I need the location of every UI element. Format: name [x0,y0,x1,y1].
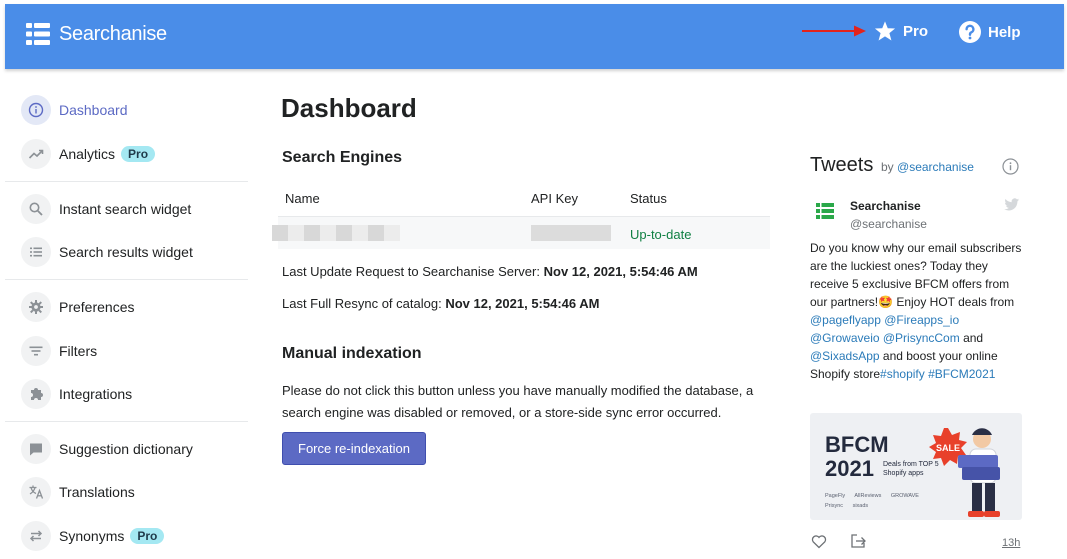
translate-icon [21,477,51,507]
sidebar-item-label: Translations [59,484,135,500]
tweet-mention-link[interactable]: @SixadsApp [810,349,880,363]
trend-icon [21,139,51,169]
help-icon [959,21,981,43]
manual-indexation-heading: Manual indexation [282,345,422,362]
tweet-author-name[interactable]: Searchanise [850,199,921,213]
puzzle-icon [21,379,51,409]
sidebar-item-label: Synonyms [59,528,125,544]
partner-logos: PageFly AllReviews GROWAVE Prisync sixad… [825,491,945,511]
column-header-name: Name [285,191,320,206]
column-header-status: Status [630,191,667,206]
column-header-api-key: API Key [531,191,578,206]
tweet-timestamp[interactable]: 13h [1002,537,1020,549]
filter-icon [21,336,51,366]
last-update-value: Nov 12, 2021, 5:54:46 AM [543,264,698,279]
tweets-handle-link[interactable]: @searchanise [897,160,974,174]
help-label: Help [988,23,1021,41]
help-link[interactable]: Help [958,20,1021,44]
last-resync-label: Last Full Resync of catalog: [282,296,442,311]
status-value: Up-to-date [630,227,692,242]
sidebar-item-integrations[interactable]: Integrations [21,379,132,409]
pro-badge: Pro [130,528,165,544]
tweet-hashtag-links[interactable]: #shopify #BFCM2021 [880,367,995,381]
search-engines-heading: Search Engines [282,149,403,166]
sidebar-item-search-results-widget[interactable]: Search results widget [21,237,193,267]
partner-logo: PageFly [825,493,846,499]
manual-indexation-description: Please do not click this button unless y… [282,383,754,420]
sidebar-item-synonyms[interactable]: Synonyms Pro [21,521,165,551]
search-icon [21,194,51,224]
person-illustration [958,428,1000,517]
divider [5,421,248,422]
share-icon[interactable] [850,533,867,549]
partner-logo: AllReviews [854,493,882,499]
star-icon [874,21,896,41]
list-icon [21,237,51,267]
twitter-bird-icon[interactable] [1004,198,1020,212]
sidebar-item-label: Filters [59,343,98,359]
bfcm-title-line: 2021 [825,456,874,481]
red-arrow-annotation [802,25,866,37]
searchanise-avatar-icon[interactable] [814,200,836,222]
sidebar-item-label: Preferences [59,299,135,315]
force-reindexation-button[interactable]: Force re-indexation [282,432,426,465]
bfcm-title: BFCM 2021 [825,433,889,481]
brand-name: Searchanise [59,22,167,45]
sidebar-item-label: Search results widget [59,244,193,260]
tweet-text-part: and [959,331,984,345]
page-title: Dashboard [281,93,417,123]
partner-logo: Prisync [825,503,844,509]
info-icon[interactable] [1002,158,1019,175]
sidebar-item-instant-search-widget[interactable]: Instant search widget [21,194,191,224]
partner-logo: sixads [852,503,869,509]
redacted-engine-name [272,225,400,241]
info-icon [21,95,51,125]
swap-icon [21,521,51,551]
sidebar-item-label: Analytics [59,146,116,162]
tweet-image[interactable]: BFCM 2021 Deals from TOP 5 Shopify apps … [810,413,1022,520]
tweets-by: by @searchanise [881,160,974,174]
tweet-mention-links[interactable]: @pageflyapp @Fireapps_io @Growaveio @Pri… [810,313,960,345]
sidebar-item-analytics[interactable]: Analytics Pro [21,139,156,169]
tweet-text-part: Enjoy HOT deals from [893,295,1015,309]
tweets-by-label: by [881,160,894,174]
partner-logo: GROWAVE [890,493,919,499]
divider [5,279,248,280]
sidebar-item-dashboard[interactable]: Dashboard [21,95,128,125]
pro-badge: Pro [121,146,156,162]
sidebar-item-preferences[interactable]: Preferences [21,292,134,322]
pro-label: Pro [903,22,929,40]
last-update-info: Last Update Request to Searchanise Serve… [282,264,698,279]
searchanise-logo-icon [26,23,50,45]
tweets-title: Tweets [810,154,874,176]
last-resync-value: Nov 12, 2021, 5:54:46 AM [445,296,600,311]
redacted-api-key [531,225,611,241]
gear-icon [21,292,51,322]
divider [5,181,248,182]
bfcm-title-line: BFCM [825,432,889,457]
sidebar-item-label: Suggestion dictionary [59,441,193,457]
brand-logo[interactable]: Searchanise [26,22,167,46]
tweet-text: Do you know why our email subscribers ar… [810,239,1028,383]
emoji: 🤩 [878,295,893,309]
sidebar-item-translations[interactable]: Translations [21,477,135,507]
chat-icon [21,434,51,464]
sidebar-item-filters[interactable]: Filters [21,336,97,366]
last-update-label: Last Update Request to Searchanise Serve… [282,264,540,279]
heart-icon[interactable] [811,534,827,549]
sidebar-item-label: Integrations [59,386,133,402]
sidebar-item-suggestion-dictionary[interactable]: Suggestion dictionary [21,434,193,464]
pro-link[interactable]: Pro [874,20,928,42]
tweet-author-handle[interactable]: @searchanise [850,217,927,231]
last-resync-info: Last Full Resync of catalog: Nov 12, 202… [282,296,599,311]
sidebar-item-label: Instant search widget [59,201,192,217]
sidebar-item-label: Dashboard [59,102,128,118]
